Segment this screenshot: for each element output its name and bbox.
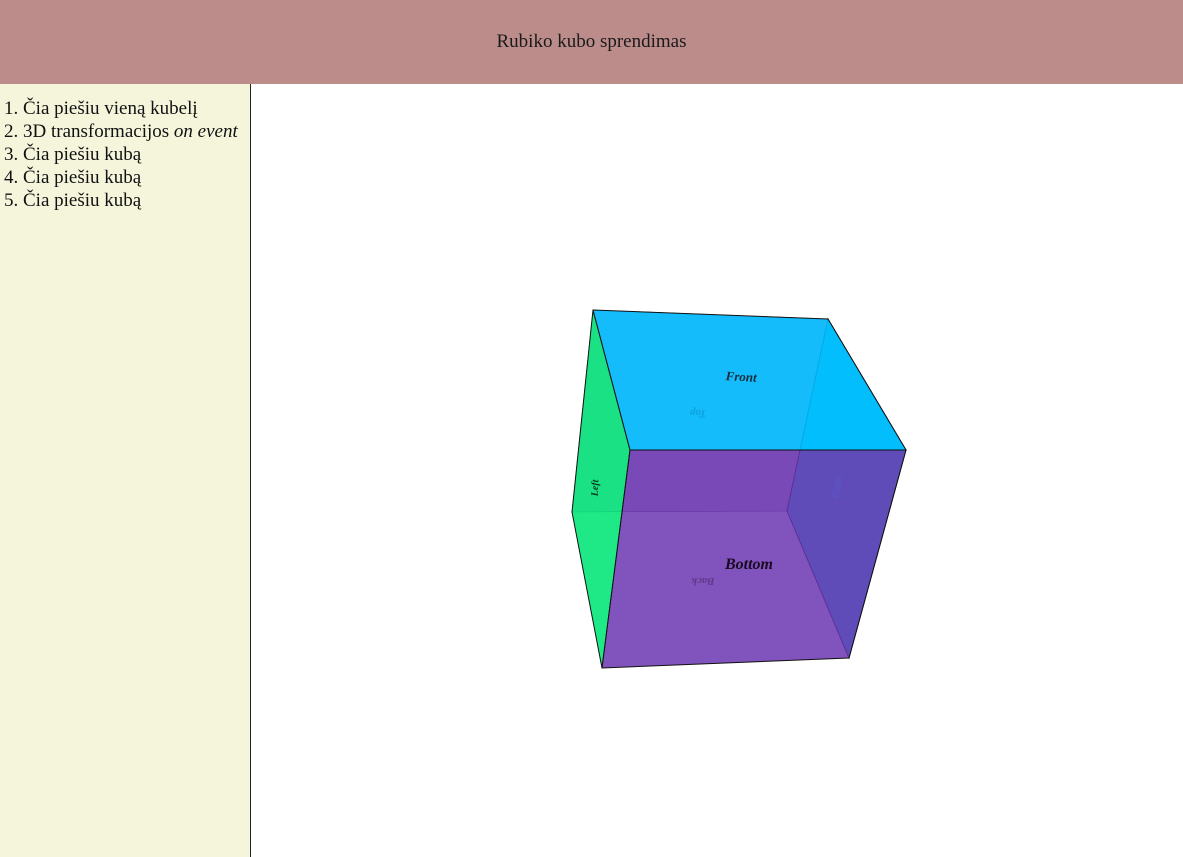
face-label-front: Front	[724, 368, 757, 385]
sidebar-item-label: 3D transformacijos	[23, 121, 170, 142]
sidebar-item-2[interactable]: 2. 3D transformacijos on event	[4, 120, 250, 143]
sidebar-menu: 1. Čia piešiu vieną kubelį 2. 3D transfo…	[0, 84, 251, 857]
sidebar-item-number: 2.	[4, 121, 19, 142]
sidebar-item-number: 1.	[4, 98, 19, 119]
sidebar-item-label: Čia piešiu kubą	[23, 167, 142, 188]
face-label-back: Back	[691, 575, 716, 587]
page-title: Rubiko kubo sprendimas	[496, 31, 687, 52]
face-label-left: Left	[590, 478, 602, 497]
sidebar-item-label: Čia piešiu kubą	[23, 144, 142, 165]
rubik-cube[interactable]: Front Top Bottom Back Right Left	[252, 84, 1183, 857]
sidebar-item-1[interactable]: 1. Čia piešiu vieną kubelį	[4, 97, 250, 120]
page-header: Rubiko kubo sprendimas	[0, 0, 1183, 84]
sidebar-item-4[interactable]: 4. Čia piešiu kubą	[4, 166, 250, 189]
sidebar-item-3[interactable]: 3. Čia piešiu kubą	[4, 143, 250, 166]
face-label-top: Top	[689, 407, 707, 420]
sidebar-item-5[interactable]: 5. Čia piešiu kubą	[4, 189, 250, 212]
face-label-bottom: Bottom	[724, 556, 773, 573]
sidebar-item-emphasis: on event	[173, 121, 238, 142]
sidebar-item-number: 5.	[4, 190, 19, 211]
main-canvas[interactable]: Front Top Bottom Back Right Left	[252, 84, 1183, 857]
sidebar-item-number: 4.	[4, 167, 19, 188]
sidebar-item-label: Čia piešiu vieną kubelį	[23, 98, 198, 119]
sidebar-item-number: 3.	[4, 144, 19, 165]
sidebar-item-label: Čia piešiu kubą	[23, 190, 142, 211]
